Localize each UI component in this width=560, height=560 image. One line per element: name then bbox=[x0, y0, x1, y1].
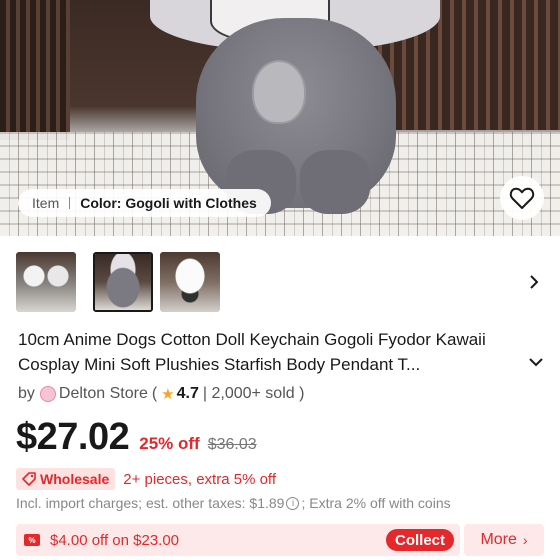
store-rating: 4.7 bbox=[176, 385, 199, 402]
star-icon: ★ bbox=[161, 386, 175, 403]
discount-percent: 25% off bbox=[139, 434, 200, 453]
original-price: $36.03 bbox=[207, 436, 257, 453]
tag-icon bbox=[22, 472, 36, 486]
variant-breadcrumb[interactable]: Item Color: Gogoli with Clothes bbox=[18, 189, 271, 217]
heart-icon bbox=[509, 187, 535, 209]
tax-info: Incl. import charges; est. other taxes: … bbox=[16, 493, 451, 513]
wholesale-badge: Wholesale bbox=[16, 468, 116, 490]
wishlist-button[interactable] bbox=[500, 176, 544, 220]
collect-button[interactable]: Collect bbox=[385, 529, 454, 551]
coupon-text: $4.00 off on $23.00 bbox=[50, 531, 180, 549]
product-main-image[interactable]: Item Color: Gogoli with Clothes bbox=[0, 0, 560, 236]
more-label: More bbox=[480, 531, 517, 548]
thumbnail-1[interactable] bbox=[16, 252, 76, 312]
breadcrumb-item: Item bbox=[32, 195, 60, 211]
store-name[interactable]: Delton Store bbox=[59, 385, 148, 403]
thumbnail-strip bbox=[0, 252, 560, 314]
tax-text: Incl. import charges; est. other taxes: … bbox=[16, 495, 285, 511]
breadcrumb-color: Color: Gogoli with Clothes bbox=[80, 195, 257, 211]
breadcrumb-separator bbox=[69, 197, 71, 209]
wholesale-badge-label: Wholesale bbox=[40, 471, 110, 487]
coupon-box[interactable]: % $4.00 off on $23.00 Collect bbox=[16, 524, 460, 556]
background-screen-left bbox=[0, 0, 70, 140]
store-info[interactable]: by Delton Store ( ★ 4.7 | 2,000+ sold ) bbox=[18, 383, 304, 405]
wholesale-row[interactable]: Wholesale 2+ pieces, extra 5% off bbox=[16, 467, 276, 491]
thumbnail-3[interactable] bbox=[160, 252, 220, 312]
chevron-right-icon bbox=[530, 275, 539, 289]
chevron-down-icon bbox=[529, 358, 543, 367]
price-row: $27.02 25% off $36.03 bbox=[16, 416, 257, 464]
store-sold-count: | 2,000+ sold ) bbox=[202, 385, 305, 402]
thumbnails-next-button[interactable] bbox=[524, 272, 544, 292]
product-title: 10cm Anime Dogs Cotton Doll Keychain Gog… bbox=[18, 330, 486, 374]
store-icon bbox=[39, 386, 56, 402]
title-expand-button[interactable] bbox=[526, 352, 546, 372]
chevron-right-icon: › bbox=[522, 532, 528, 548]
thumbnail-2[interactable] bbox=[93, 252, 153, 312]
plush-leg-right bbox=[300, 150, 370, 214]
info-icon[interactable]: i bbox=[286, 496, 300, 510]
current-price: $27.02 bbox=[16, 416, 130, 458]
wholesale-text: 2+ pieces, extra 5% off bbox=[123, 470, 276, 488]
store-by-label: by bbox=[18, 385, 35, 402]
coins-text: ; Extra 2% off with coins bbox=[301, 495, 451, 511]
coupon-icon: % bbox=[24, 534, 40, 546]
more-coupons-button[interactable]: More › bbox=[464, 524, 544, 556]
plush-bell bbox=[252, 60, 306, 124]
product-page: Item Color: Gogoli with Clothes 10cm Ani… bbox=[0, 0, 560, 560]
coupon-row: % $4.00 off on $23.00 Collect More › bbox=[16, 524, 544, 556]
store-open-paren: ( bbox=[151, 385, 158, 402]
